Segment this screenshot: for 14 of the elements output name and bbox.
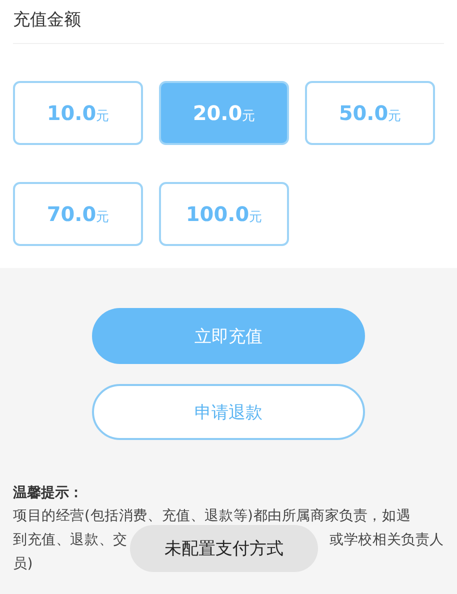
- notice-text: 员): [13, 555, 34, 574]
- notice-text: 到充值、退款、交: [13, 531, 128, 550]
- notice-text: 或学校相关负责人: [330, 531, 444, 550]
- amount-option[interactable]: 70.0元: [13, 182, 143, 246]
- recharge-button[interactable]: 立即充值: [92, 308, 365, 364]
- toast-message: 未配置支付方式: [130, 525, 318, 572]
- refund-button[interactable]: 申请退款: [92, 384, 365, 440]
- notice-text: 项目的经营(包括消费、充值、退款等)都由所属商家负责，如遇: [13, 507, 411, 526]
- notice-title: 温馨提示：: [13, 484, 84, 502]
- amount-option[interactable]: 20.0元: [159, 81, 289, 145]
- amount-option[interactable]: 100.0元: [159, 182, 289, 246]
- amount-option[interactable]: 50.0元: [305, 81, 435, 145]
- section-title: 充值金额: [13, 10, 81, 30]
- amount-option[interactable]: 10.0元: [13, 81, 143, 145]
